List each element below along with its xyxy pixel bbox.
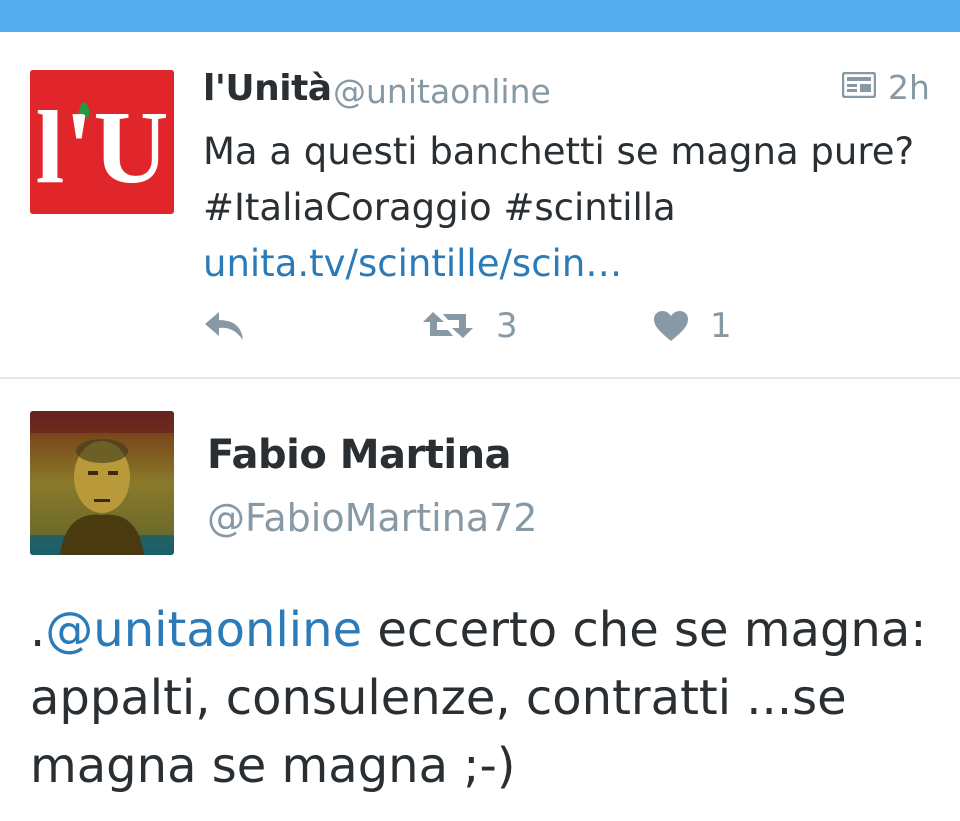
tweet-author-name[interactable]: l'Unità: [203, 68, 332, 109]
tweet-text: Ma a questi banchetti se magna pure? #It…: [203, 124, 943, 292]
retweet-count: 3: [496, 306, 518, 346]
tweet-actions: 3 1: [0, 304, 960, 348]
heart-icon[interactable]: [653, 310, 689, 342]
tweet-text-line: appalti, consulenze, contratti ...se: [30, 670, 847, 726]
tweet-link[interactable]: unita.tv/scintille/scin…: [203, 236, 943, 292]
tweet-timestamp[interactable]: 2h: [888, 68, 930, 107]
like-count: 1: [710, 306, 732, 346]
summary-card-icon: [842, 72, 876, 98]
tweet-divider: [0, 377, 960, 379]
avatar-logo-text: l'U: [36, 90, 169, 205]
tweet-text-segment: eccerto che se magna:: [362, 602, 927, 658]
tweet-text: .@unitaonline eccerto che se magna: appa…: [30, 596, 940, 800]
tweet-text-prefix: .: [30, 602, 46, 658]
tweet-text-line: magna se magna ;-): [30, 738, 516, 794]
tweet-author-handle[interactable]: @FabioMartina72: [207, 496, 537, 540]
tweet-hashtags[interactable]: #ItaliaCoraggio #scintilla: [203, 180, 943, 236]
tweet-text-line: Ma a questi banchetti se magna pure?: [203, 130, 915, 173]
tweet-unitaonline[interactable]: l'U l'Unità @unitaonline 2h Ma a questi …: [0, 32, 960, 378]
avatar-fabio-martina[interactable]: [30, 411, 174, 555]
retweet-icon[interactable]: [423, 310, 473, 340]
reply-icon[interactable]: [203, 310, 245, 342]
tweet-author-name[interactable]: Fabio Martina: [207, 432, 512, 478]
top-status-bar: [0, 0, 960, 32]
tweet-mention[interactable]: @unitaonline: [45, 602, 362, 658]
avatar-unita-logo[interactable]: l'U: [30, 70, 174, 214]
tweet-author-handle[interactable]: @unitaonline: [333, 72, 551, 111]
tweet-text-line: .@unitaonline eccerto che se magna:: [30, 596, 940, 664]
